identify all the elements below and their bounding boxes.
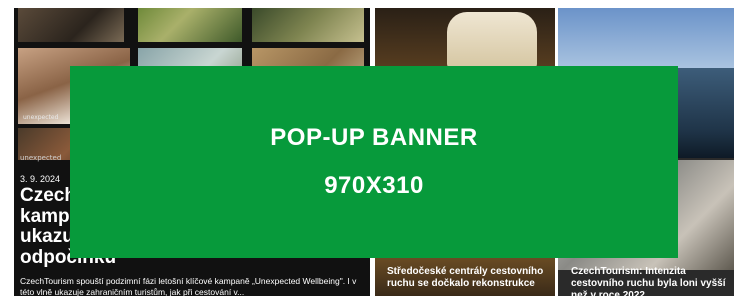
collage-tile (18, 8, 124, 42)
article-title-right[interactable]: CzechTourism: Intenzita cestovního ruchu… (571, 266, 734, 296)
article-title-middle[interactable]: Středočeské centrály cestovního ruchu se… (387, 266, 552, 290)
collage-tag: unexpected (23, 114, 59, 121)
featured-date: 3. 9. 2024 (20, 174, 61, 184)
collage-tile (252, 8, 364, 42)
collage-tile (138, 8, 242, 42)
article-image-sky (558, 8, 734, 68)
popup-banner-size: 970X310 (324, 172, 424, 199)
article-image (447, 12, 537, 68)
popup-banner-ad[interactable]: POP-UP BANNER 970X310 (70, 66, 678, 258)
featured-excerpt: CzechTourism spouští podzimní fázi letoš… (20, 276, 357, 296)
popup-banner-label: POP-UP BANNER (270, 124, 478, 151)
featured-category-label: unexpected (20, 154, 62, 162)
